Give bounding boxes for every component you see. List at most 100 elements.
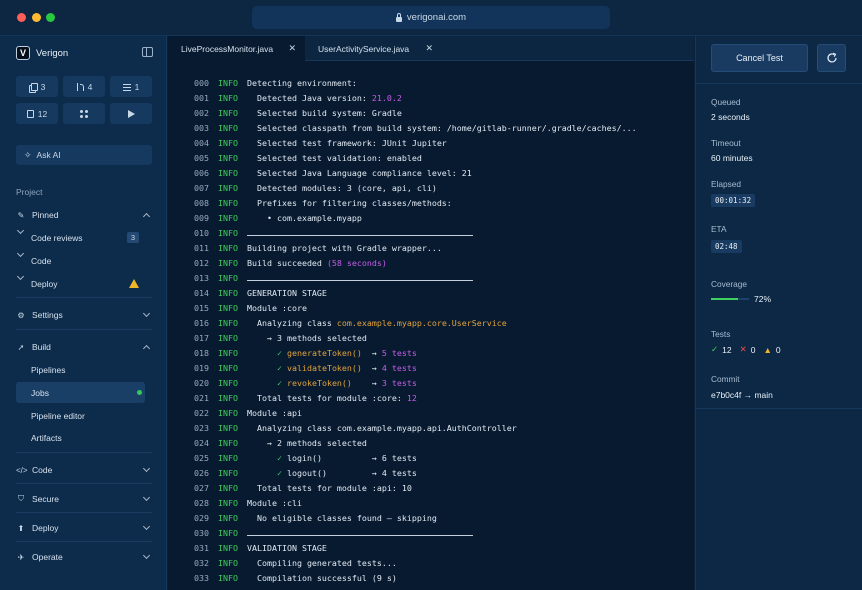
merge-request-icon (76, 82, 84, 91)
nav-pinned-deploy[interactable]: Deploy (16, 273, 145, 294)
nav-artifacts[interactable]: Artifacts (16, 427, 145, 448)
timeout-value: 60 minutes (711, 153, 753, 163)
log-level: INFO (218, 183, 238, 193)
console-output[interactable]: 000 INFO Detecting environment: 001 INFO Det… (168, 61, 694, 590)
chevron-down-icon (142, 465, 152, 475)
coverage-bar (711, 298, 749, 300)
log-message: ✓ validateToken() → 4 tests (276, 363, 417, 373)
nav-pinned[interactable]: ✎ Pinned (16, 204, 152, 226)
queued-label: Queued (711, 97, 741, 107)
log-message: Selected build system: Gradle (247, 108, 402, 118)
log-level: INFO (218, 573, 238, 583)
quick-run-button[interactable] (110, 103, 152, 124)
log-level: INFO (218, 318, 238, 328)
divider (16, 541, 152, 542)
line-number: 012 (194, 258, 209, 268)
line-number: 030 (194, 528, 209, 538)
log-message: ✓ login() → 6 tests (276, 453, 417, 463)
nav-deploy[interactable]: ⬆ Deploy (16, 517, 152, 539)
nav-settings[interactable]: ⚙ Settings (16, 304, 152, 326)
nav-code-reviews[interactable]: Code reviews 3 (16, 227, 145, 248)
ask-ai-button[interactable]: ✧ Ask AI (16, 145, 152, 165)
line-number: 021 (194, 393, 209, 403)
nav-code[interactable]: </> Code (16, 459, 152, 481)
nav-pinned-code[interactable]: Code (16, 250, 145, 271)
count-badge: 3 (126, 232, 139, 243)
tests-failed: 0 (750, 344, 756, 355)
maximize-window-icon[interactable] (46, 13, 55, 22)
nav-pipelines[interactable]: Pipelines (16, 359, 145, 380)
rocket-icon: ➚ (17, 342, 25, 352)
log-message: Compiling generated tests... (247, 558, 397, 568)
close-tab-icon[interactable]: ✕ (425, 44, 433, 53)
line-number: 011 (194, 243, 209, 253)
nav-build[interactable]: ➚ Build (16, 336, 152, 358)
log-message: Module :api (247, 408, 302, 418)
line-number: 020 (194, 378, 209, 388)
elapsed-label: Elapsed (711, 179, 741, 189)
log-level: INFO (218, 543, 238, 553)
code-icon: </> (16, 465, 28, 475)
minimize-window-icon[interactable] (32, 13, 41, 22)
running-status-dot (137, 390, 142, 395)
timeout-label: Timeout (711, 138, 741, 148)
log-message: • com.example.myapp (247, 213, 362, 223)
quick-apps-button[interactable] (63, 103, 105, 124)
nav-operate[interactable]: ✈ Operate (16, 546, 152, 568)
close-window-icon[interactable] (17, 13, 26, 22)
commit-value[interactable]: e7b0c4f → main (711, 390, 773, 400)
log-message: Compilation successful (9 s) (247, 573, 397, 583)
log-level: INFO (218, 168, 238, 178)
line-number: 006 (194, 168, 209, 178)
cancel-test-button[interactable]: Cancel Test (711, 44, 808, 72)
divider (16, 512, 152, 513)
log-level: INFO (218, 333, 238, 343)
log-level: INFO (218, 513, 238, 523)
editor-tabs: LiveProcessMonitor.java ✕ UserActivitySe… (168, 36, 694, 61)
apps-grid-icon (80, 109, 88, 118)
tab-live-process-monitor[interactable]: LiveProcessMonitor.java ✕ (168, 36, 305, 61)
browser-chrome: verigonai.com (0, 0, 862, 36)
line-number: 005 (194, 153, 209, 163)
quick-merge-requests-button[interactable]: 4 (63, 76, 105, 97)
log-level: INFO (218, 153, 238, 163)
log-level: INFO (218, 483, 238, 493)
log-message: Analyzing class com.example.myapp.api.Au… (247, 423, 517, 433)
address-bar[interactable]: verigonai.com (252, 6, 610, 29)
nav-secure[interactable]: ⛉ Secure (16, 488, 152, 510)
brand[interactable]: V Verigon (16, 46, 68, 60)
quick-issues-button[interactable]: 12 (16, 103, 58, 124)
log-message: ✓ logout() → 4 tests (276, 468, 417, 478)
line-number: 009 (194, 213, 209, 223)
line-number: 023 (194, 423, 209, 433)
log-level: INFO (218, 258, 238, 268)
chevron-down-icon (142, 494, 152, 504)
log-message: Building project with Gradle wrapper... (247, 243, 442, 253)
sidebar-collapse-icon[interactable] (142, 47, 153, 57)
nav-pipeline-editor[interactable]: Pipeline editor (16, 405, 145, 426)
refresh-button[interactable] (817, 44, 846, 72)
log-level: INFO (218, 228, 238, 238)
log-level: INFO (218, 288, 238, 298)
nav-jobs[interactable]: Jobs (16, 382, 145, 403)
line-number: 010 (194, 228, 209, 238)
eta-label: ETA (711, 224, 727, 234)
divider (16, 452, 152, 453)
log-message: Detected modules: 3 (core, api, cli) (247, 183, 437, 193)
log-message: Total tests for module :api: 10 (247, 483, 412, 493)
close-tab-icon[interactable]: ✕ (288, 44, 296, 53)
tab-user-activity-service[interactable]: UserActivityService.java ✕ (305, 36, 442, 61)
queued-value: 2 seconds (711, 112, 750, 122)
verigon-logo-icon: V (16, 46, 30, 60)
line-number: 013 (194, 273, 209, 283)
line-number: 029 (194, 513, 209, 523)
log-message: Selected test framework: JUnit Jupiter (247, 138, 447, 148)
quick-todos-button[interactable]: 1 (110, 76, 152, 97)
log-message: Selected Java Language compliance level:… (247, 168, 472, 178)
copy-icon (28, 82, 38, 93)
quick-copies-button[interactable]: 3 (16, 76, 58, 97)
log-level: INFO (218, 453, 238, 463)
line-number: 025 (194, 453, 209, 463)
line-number: 019 (194, 363, 209, 373)
check-icon: ✓ (711, 344, 719, 354)
